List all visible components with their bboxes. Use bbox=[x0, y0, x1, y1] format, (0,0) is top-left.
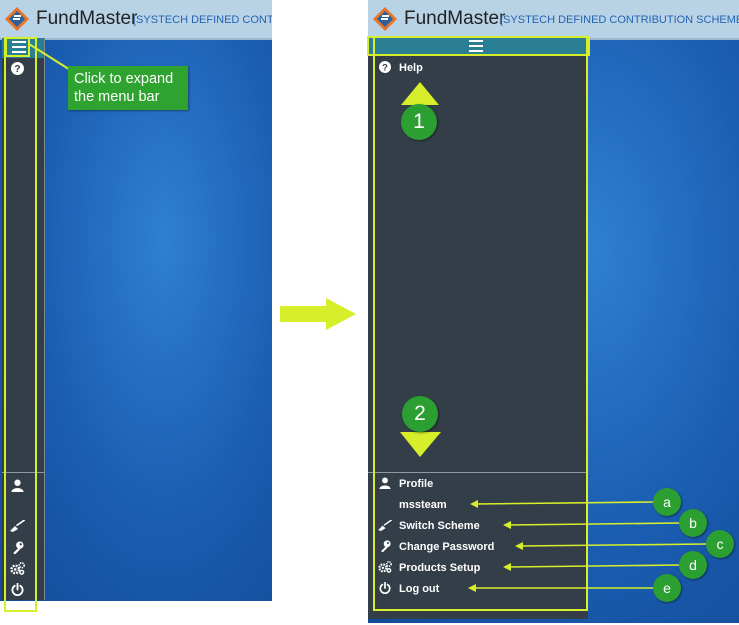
app-brand: FundMaster bbox=[36, 8, 138, 29]
app-brand: FundMaster bbox=[404, 8, 506, 29]
badge-d: d bbox=[679, 551, 707, 579]
scheme-name: [SYSTECH DEFINED CONTRIBUTION SCHEME]@Co bbox=[500, 14, 739, 26]
collapsed-sidebar-highlight bbox=[4, 37, 37, 612]
badge-e: e bbox=[653, 574, 681, 602]
badge-b: b bbox=[679, 509, 707, 537]
badge-2: 2 bbox=[402, 396, 438, 432]
transition-arrow-icon bbox=[280, 298, 356, 330]
badge-c: c bbox=[706, 530, 734, 558]
badge-a: a bbox=[653, 488, 681, 516]
callout-line-1: Click to expand bbox=[74, 71, 174, 87]
expand-menu-callout: Click to expand the menu bar bbox=[68, 66, 188, 110]
fundmaster-logo-icon bbox=[5, 7, 29, 31]
sidebar-edge-line bbox=[44, 38, 45, 600]
callout-line-2: the menu bar bbox=[74, 89, 160, 105]
app-header: FundMaster [SYSTECH DEFINED CONTRIBUTI bbox=[0, 0, 272, 40]
fundmaster-logo-icon bbox=[373, 7, 397, 31]
scheme-name: [SYSTECH DEFINED CONTRIBUTI bbox=[133, 14, 272, 26]
badge-1: 1 bbox=[401, 104, 437, 140]
app-header: FundMaster [SYSTECH DEFINED CONTRIBUTION… bbox=[368, 0, 739, 40]
